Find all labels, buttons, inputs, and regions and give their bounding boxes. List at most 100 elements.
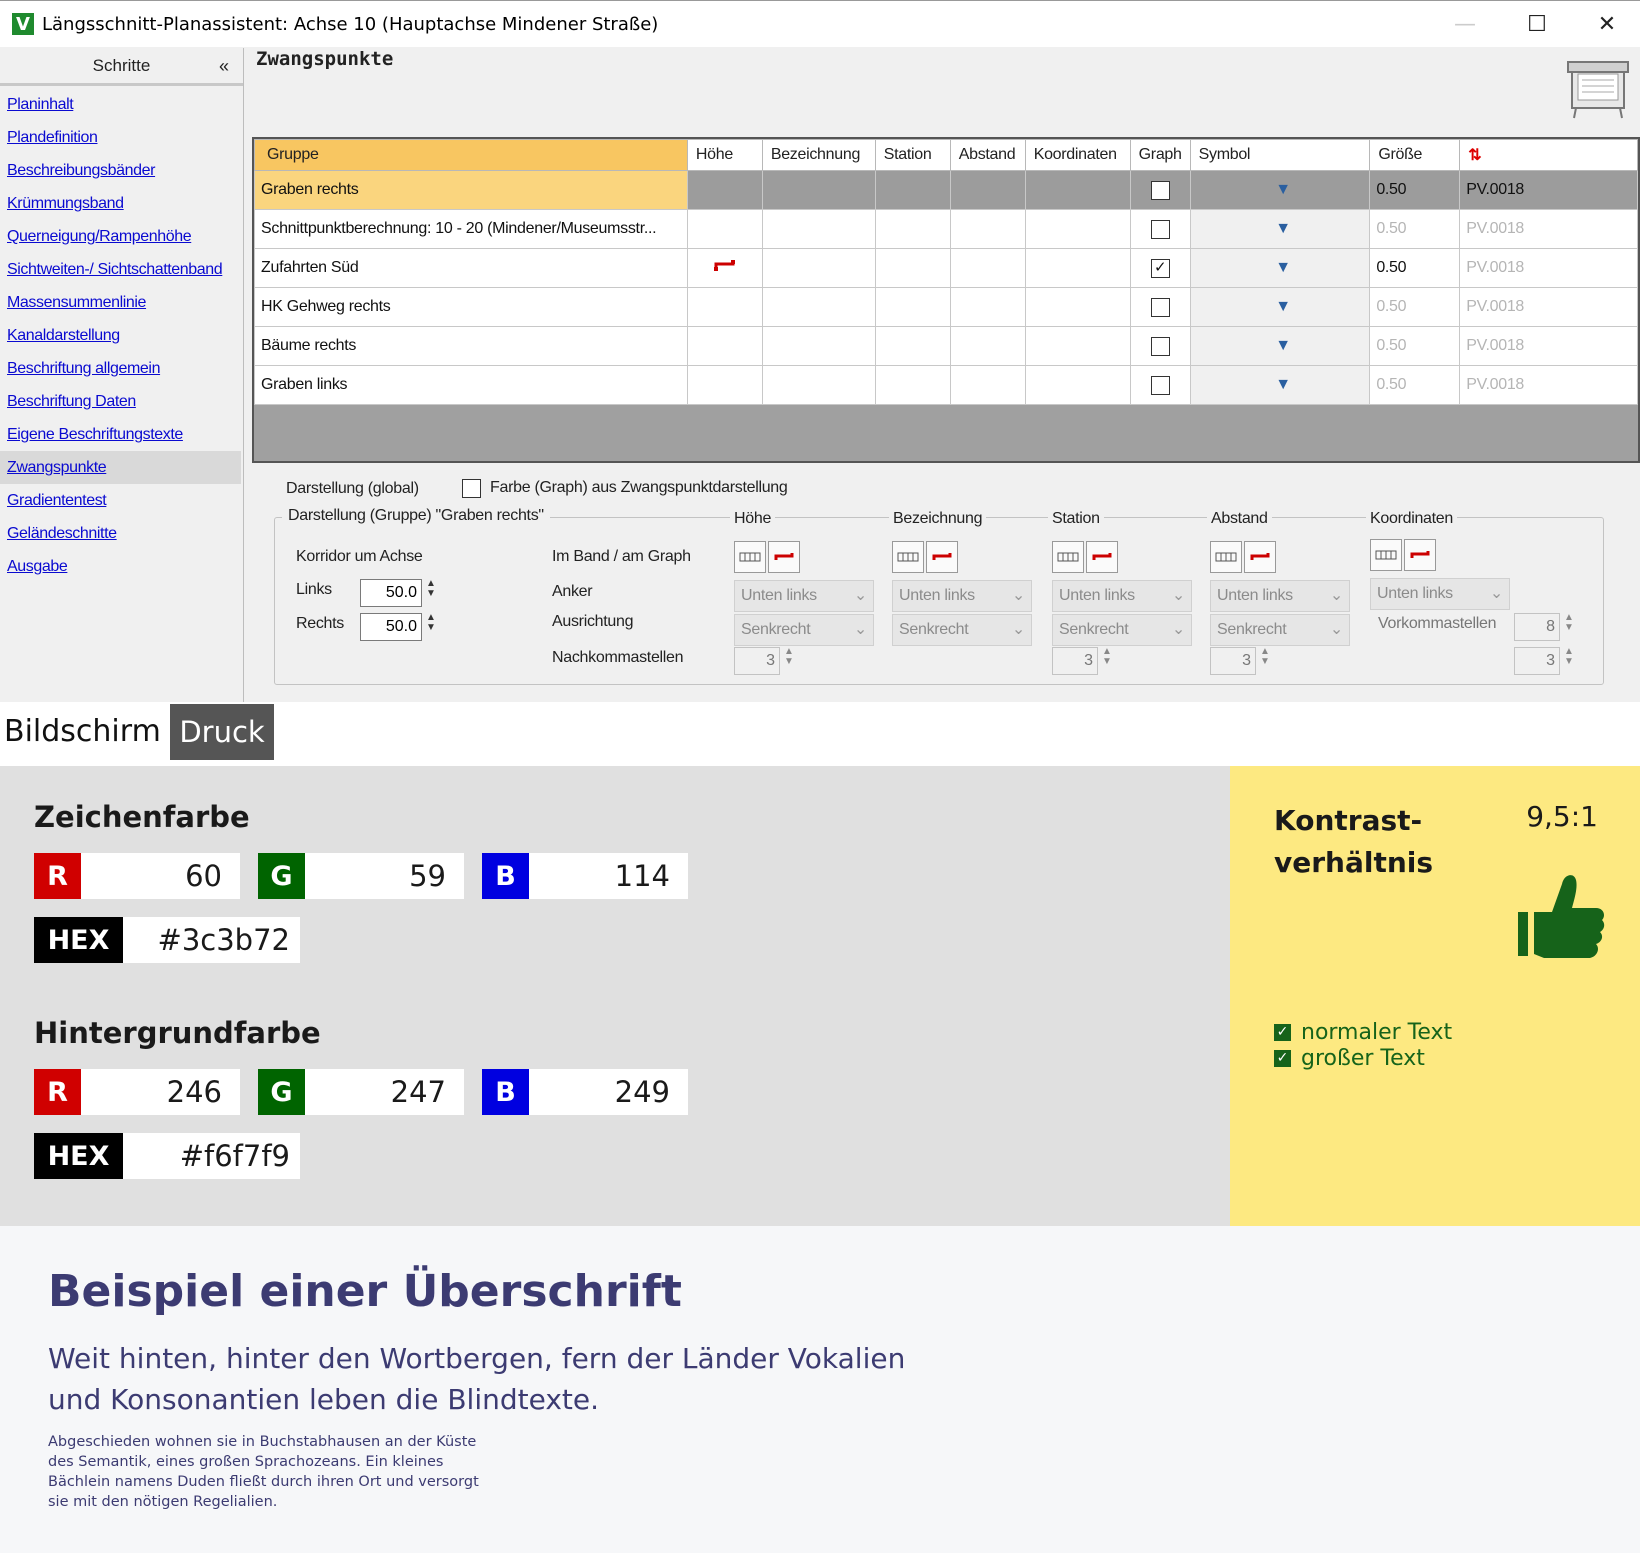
hoehe-graph-icon[interactable] (686, 248, 763, 288)
farbe-graph-checkbox[interactable] (462, 479, 481, 498)
cell-symbol-code[interactable]: PV.0018 (1459, 365, 1638, 405)
graph-checkbox[interactable] (1150, 336, 1170, 356)
symbol-dropdown[interactable]: ▼ (1189, 248, 1371, 288)
cell-gruppe[interactable]: Graben rechts (254, 170, 688, 210)
column-header-gruppe[interactable]: Gruppe (254, 139, 688, 171)
symbol-dropdown[interactable]: ▼ (1189, 326, 1371, 366)
table-row[interactable]: Schnittpunktberechnung: 10 - 20 (Mindene… (254, 209, 1638, 249)
graph-checkbox[interactable] (1150, 180, 1170, 200)
hoehe-nachkomma-input[interactable]: 3 (734, 647, 780, 675)
symbol-dropdown[interactable]: ▼ (1189, 287, 1371, 327)
zeichenfarbe-g-value[interactable]: 59 (305, 853, 464, 899)
cell-symbol-code[interactable]: PV.0018 (1459, 248, 1638, 288)
symbol-dropdown[interactable]: ▼ (1189, 365, 1371, 405)
rechts-spin-arrows[interactable]: ▲ ▼ (426, 613, 436, 633)
band-icon[interactable] (1052, 541, 1084, 573)
cell-symbol-code[interactable]: PV.0018 (1459, 326, 1638, 366)
column-header-abstand[interactable]: Abstand (949, 139, 1026, 171)
hintergrundfarbe-b-value[interactable]: 249 (529, 1069, 688, 1115)
table-row[interactable]: Graben rechts ▼ 0.50 PV.0018 (254, 170, 1638, 210)
column-header-bezeichnung[interactable]: Bezeichnung (761, 139, 876, 171)
column-header-koordinaten[interactable]: Koordinaten (1024, 139, 1131, 171)
table-row[interactable]: HK Gehweg rechts ▼ 0.50 PV.0018 (254, 287, 1638, 327)
bezeichnung-anker-select[interactable]: Unten links ⌄ (892, 580, 1032, 612)
sidebar-item-beschreibungsbaender[interactable]: Beschreibungsbänder (0, 154, 243, 187)
cell-groesse[interactable]: 0.50 (1369, 248, 1461, 288)
rechts-input[interactable]: 50.0 (360, 613, 422, 641)
sidebar-item-gradiententest[interactable]: Gradiententest (0, 484, 243, 517)
band-icon[interactable] (734, 541, 766, 573)
spin-arrows[interactable]: ▲ ▼ (784, 647, 794, 667)
graph-checkbox[interactable] (1150, 375, 1170, 395)
cell-gruppe[interactable]: HK Gehweg rechts (254, 287, 688, 327)
spin-arrows[interactable]: ▲ ▼ (1564, 613, 1574, 633)
links-input[interactable]: 50.0 (360, 579, 422, 607)
sidebar-item-querneigung[interactable]: Querneigung/Rampenhöhe (0, 220, 243, 253)
sidebar-item-zwangspunkte[interactable]: Zwangspunkte (0, 451, 241, 484)
spin-arrows[interactable]: ▲ ▼ (1260, 647, 1270, 667)
links-spin-arrows[interactable]: ▲ ▼ (426, 579, 436, 599)
column-header-graph[interactable]: Graph (1129, 139, 1191, 171)
abstand-nachkomma-input[interactable]: 3 (1210, 647, 1256, 675)
sidebar-item-beschriftung-daten[interactable]: Beschriftung Daten (0, 385, 243, 418)
sidebar-item-massensummenlinie[interactable]: Massensummenlinie (0, 286, 243, 319)
sidebar-item-ausgabe[interactable]: Ausgabe (0, 550, 243, 583)
sidebar-item-beschriftung-allgemein[interactable]: Beschriftung allgemein (0, 352, 243, 385)
graph-icon[interactable] (1244, 541, 1276, 573)
table-row[interactable]: Bäume rechts ▼ 0.50 PV.0018 (254, 326, 1638, 366)
column-header-station[interactable]: Station (874, 139, 951, 171)
station-nachkomma-input[interactable]: 3 (1052, 647, 1098, 675)
spin-arrows[interactable]: ▲ ▼ (1102, 647, 1112, 667)
sidebar-item-plandefinition[interactable]: Plandefinition (0, 121, 243, 154)
cell-gruppe[interactable]: Zufahrten Süd (254, 248, 688, 288)
zeichenfarbe-b-value[interactable]: 114 (529, 853, 688, 899)
cell-groesse[interactable]: 0.50 (1369, 209, 1461, 249)
graph-checkbox[interactable] (1150, 297, 1170, 317)
graph-icon[interactable] (1404, 539, 1436, 571)
cell-groesse[interactable]: 0.50 (1369, 365, 1461, 405)
column-header-hoehe[interactable]: Höhe (686, 139, 763, 171)
tab-bildschirm[interactable]: Bildschirm (0, 702, 162, 766)
sidebar-item-planinhalt[interactable]: Planinhalt (0, 88, 243, 121)
maximize-button[interactable]: ☐ (1502, 1, 1572, 47)
band-icon[interactable] (892, 541, 924, 573)
graph-checkbox-checked[interactable]: ✓ (1150, 258, 1170, 278)
bezeichnung-ausrichtung-select[interactable]: Senkrecht ⌄ (892, 614, 1032, 646)
sidebar-item-gelaendeschnitte[interactable]: Geländeschnitte (0, 517, 243, 550)
table-row[interactable]: Zufahrten Süd ✓ ▼ 0.50 PV.0018 (254, 248, 1638, 288)
graph-icon[interactable] (1086, 541, 1118, 573)
cell-groesse[interactable]: 0.50 (1369, 326, 1461, 366)
koordinaten-anker-select[interactable]: Unten links ⌄ (1370, 578, 1510, 610)
cell-symbol-code[interactable]: PV.0018 (1459, 287, 1638, 327)
table-row[interactable]: Graben links ▼ 0.50 PV.0018 (254, 365, 1638, 405)
koordinaten-vorkomma-input[interactable]: 8 (1514, 613, 1560, 641)
hoehe-ausrichtung-select[interactable]: Senkrecht ⌄ (734, 614, 874, 646)
collapse-icon[interactable]: « (219, 56, 229, 77)
sidebar-item-kanaldarstellung[interactable]: Kanaldarstellung (0, 319, 243, 352)
cell-gruppe[interactable]: Graben links (254, 365, 688, 405)
cell-gruppe[interactable]: Schnittpunktberechnung: 10 - 20 (Mindene… (254, 209, 688, 249)
abstand-anker-select[interactable]: Unten links ⌄ (1210, 580, 1350, 612)
column-header-options-icon[interactable]: ⇅ (1459, 139, 1638, 171)
station-ausrichtung-select[interactable]: Senkrecht ⌄ (1052, 614, 1192, 646)
cell-symbol-code[interactable]: PV.0018 (1459, 170, 1638, 210)
abstand-ausrichtung-select[interactable]: Senkrecht ⌄ (1210, 614, 1350, 646)
spin-arrows[interactable]: ▲ ▼ (1564, 647, 1574, 667)
hintergrundfarbe-r-value[interactable]: 246 (81, 1069, 240, 1115)
station-anker-select[interactable]: Unten links ⌄ (1052, 580, 1192, 612)
sidebar-item-sichtweiten[interactable]: Sichtweiten-/ Sichtschattenband (0, 253, 243, 286)
cell-symbol-code[interactable]: PV.0018 (1459, 209, 1638, 249)
zeichenfarbe-r-value[interactable]: 60 (81, 853, 240, 899)
symbol-dropdown[interactable]: ▼ (1189, 209, 1371, 249)
band-icon[interactable] (1370, 539, 1402, 571)
band-icon[interactable] (1210, 541, 1242, 573)
hintergrundfarbe-g-value[interactable]: 247 (305, 1069, 464, 1115)
graph-icon[interactable] (768, 541, 800, 573)
hoehe-anker-select[interactable]: Unten links ⌄ (734, 580, 874, 612)
column-header-groesse[interactable]: Größe (1369, 139, 1461, 171)
close-button[interactable]: ✕ (1572, 1, 1640, 47)
cell-gruppe[interactable]: Bäume rechts (254, 326, 688, 366)
tab-druck[interactable]: Druck (170, 704, 274, 760)
minimize-button[interactable]: — (1430, 1, 1500, 47)
cell-groesse[interactable]: 0.50 (1369, 170, 1461, 210)
